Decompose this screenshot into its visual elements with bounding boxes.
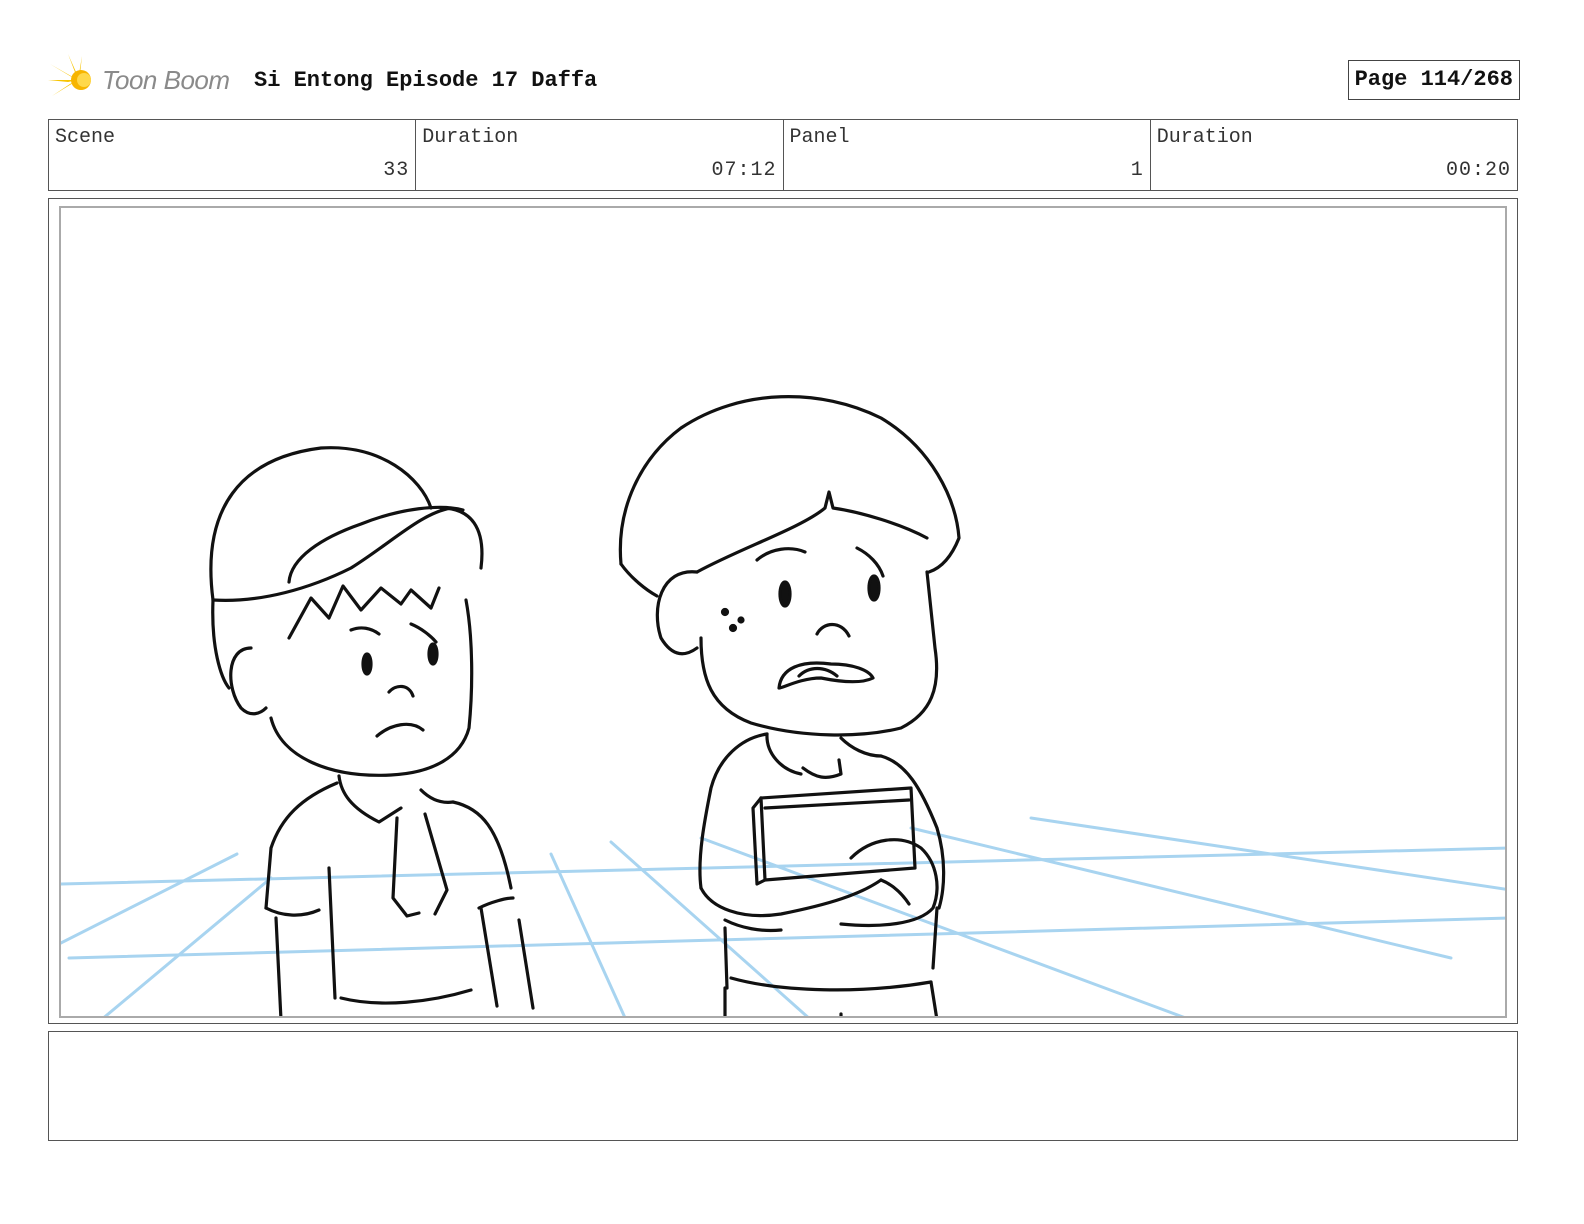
- panel-duration-label: Duration: [1156, 126, 1253, 149]
- scene-label: Scene: [55, 126, 116, 149]
- storyboard-header: Toon Boom Si Entong Episode 17 Daffa Pag…: [48, 52, 1520, 108]
- panel-cell: Panel 1: [784, 120, 1151, 190]
- storyboard-image: [59, 206, 1507, 1018]
- scene-cell: Scene 33: [49, 120, 417, 190]
- panel-frame: [48, 198, 1518, 1024]
- panel-duration-value: 00:20: [1445, 159, 1511, 182]
- panel-label: Panel: [789, 126, 850, 149]
- scene-duration-label: Duration: [422, 126, 519, 149]
- scene-duration-cell: Duration 07:12: [416, 120, 784, 190]
- panel-notes-box: [48, 1031, 1518, 1141]
- boy-right: [618, 395, 961, 1016]
- sketch-drawing: [61, 395, 1505, 1016]
- document-title: Si Entong Episode 17 Daffa: [254, 68, 598, 93]
- scene-info-table: Scene 33 Duration 07:12 Panel 1 Duration…: [48, 119, 1518, 191]
- page-number-box: Page 114/268: [1347, 60, 1520, 100]
- scene-value: 33: [383, 159, 410, 182]
- panel-value: 1: [1130, 159, 1144, 182]
- panel-duration-cell: Duration 00:20: [1151, 120, 1517, 190]
- starburst-icon: [48, 54, 91, 104]
- toon-boom-logo: Toon Boom: [48, 52, 238, 108]
- logo-text: Toon Boom: [102, 65, 230, 95]
- scene-duration-value: 07:12: [711, 159, 777, 182]
- boy-left: [209, 446, 535, 1016]
